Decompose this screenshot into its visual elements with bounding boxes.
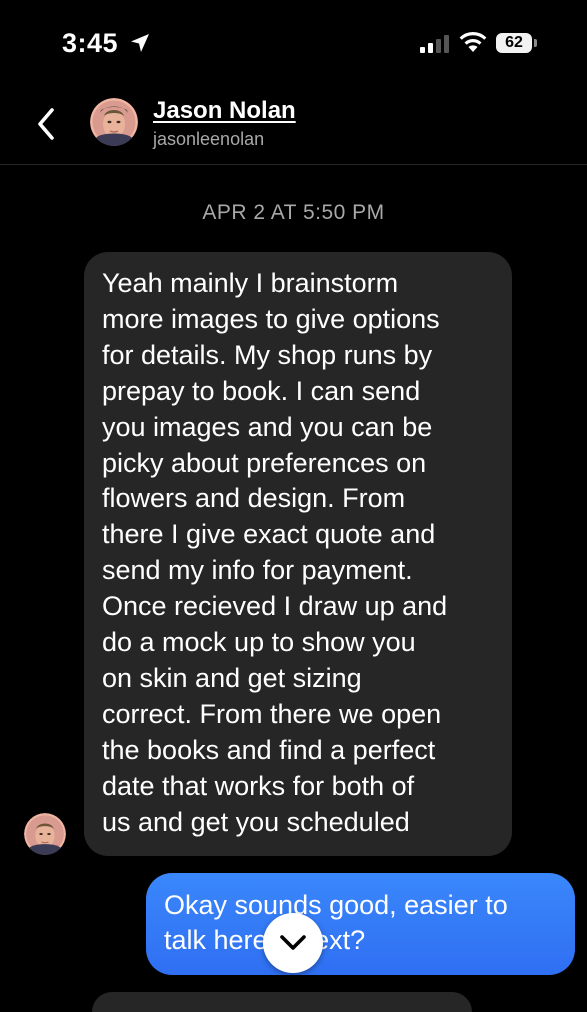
cellular-signal-icon <box>420 35 449 53</box>
incoming-message-bubble[interactable]: Yeah mainly I brainstorm more images to … <box>84 252 512 856</box>
message-text: Okay sounds good, easier to talk here or… <box>164 890 508 955</box>
status-time: 3:45 <box>62 28 119 58</box>
battery-icon: 62 <box>496 33 532 53</box>
contact-name[interactable]: Jason Nolan <box>153 97 296 125</box>
message-text: Yeah mainly I brainstorm more images to … <box>102 268 448 837</box>
battery-level: 62 <box>505 34 523 51</box>
wifi-icon <box>459 31 487 52</box>
date-separator: APR 2 AT 5:50 PM <box>202 201 385 224</box>
next-message-bubble[interactable] <box>92 992 472 1012</box>
chevron-down-icon <box>280 935 306 950</box>
avatar[interactable] <box>90 98 138 146</box>
status-bar: 3:45 62 <box>0 0 587 88</box>
location-arrow-icon <box>131 34 149 52</box>
contact-handle: jasonleenolan <box>153 129 265 149</box>
profile-photo-icon <box>90 98 138 146</box>
outgoing-message-bubble[interactable]: Okay sounds good, easier to talk here or… <box>146 873 575 975</box>
scroll-to-bottom-button[interactable] <box>263 913 323 973</box>
profile-photo-icon <box>24 813 66 855</box>
sender-avatar[interactable] <box>24 813 66 855</box>
chevron-left-icon[interactable] <box>28 102 64 146</box>
chat-header: Jason Nolan jasonleenolan <box>0 88 587 165</box>
battery-cap <box>534 39 537 47</box>
